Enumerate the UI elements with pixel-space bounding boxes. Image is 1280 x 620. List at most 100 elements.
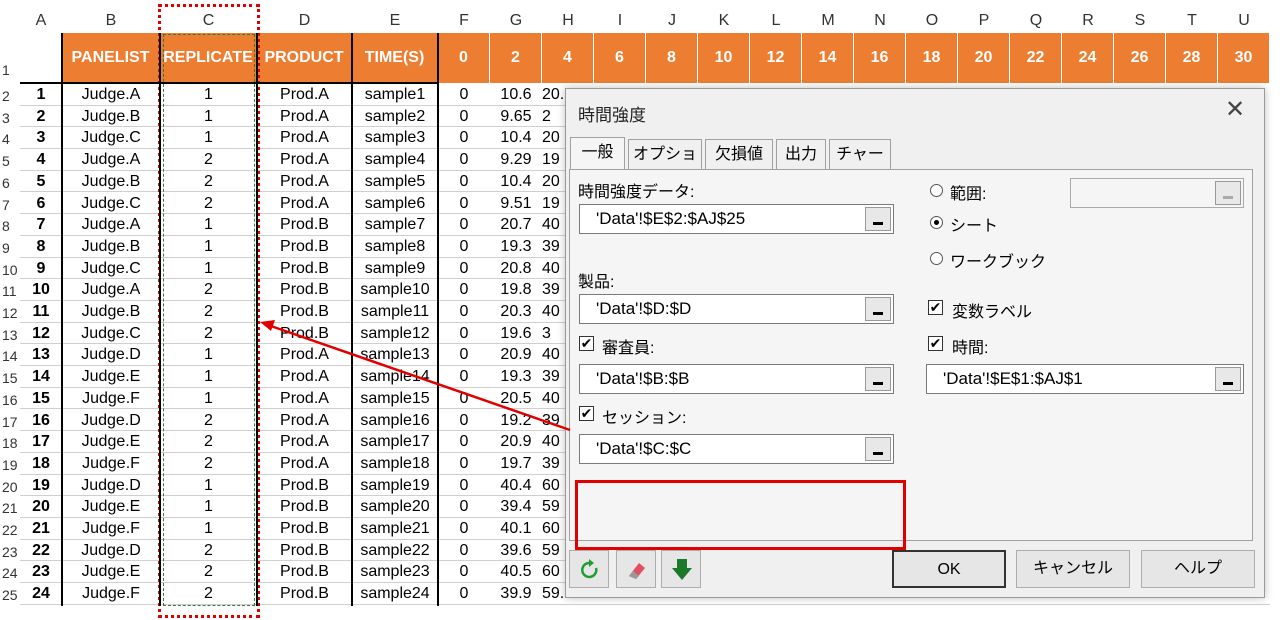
cell[interactable]: Prod.A [257, 84, 352, 106]
header-cell[interactable]: 4 [542, 33, 594, 83]
range-input[interactable] [1070, 178, 1244, 208]
header-cell[interactable]: 2 [490, 33, 542, 83]
cell[interactable]: Judge.F [62, 518, 160, 540]
cell[interactable]: Judge.E [62, 431, 160, 453]
collapse-button[interactable] [865, 207, 891, 231]
cell[interactable]: 0 [438, 540, 490, 562]
column-letter[interactable]: S [1114, 10, 1166, 32]
cell[interactable]: Judge.E [62, 496, 160, 518]
row-number[interactable]: 17 [0, 414, 18, 430]
row-number[interactable]: 21 [0, 500, 18, 516]
cell[interactable]: 20.8 [490, 258, 542, 280]
cell[interactable]: Prod.B [257, 279, 352, 301]
tab-chart[interactable]: チャート [829, 139, 891, 193]
time-range-input[interactable]: 'Data'!$E$1:$AJ$1 [926, 364, 1244, 394]
cell[interactable]: 20.9 [490, 344, 542, 367]
cell[interactable]: 21 [20, 518, 62, 540]
judge-range-input[interactable]: 'Data'!$B:$B [579, 364, 894, 394]
column-letter[interactable]: D [257, 10, 352, 32]
cell[interactable]: 16 [20, 410, 62, 432]
cell[interactable]: 15 [20, 388, 62, 410]
row-number[interactable]: 4 [0, 131, 18, 147]
help-button[interactable]: ヘルプ [1141, 550, 1255, 588]
cell[interactable]: 0 [438, 518, 490, 540]
data-range-input[interactable]: 'Data'!$E$2:$AJ$25 [579, 204, 894, 234]
cell[interactable]: Judge.E [62, 366, 160, 388]
collapse-button[interactable] [865, 297, 891, 321]
header-cell[interactable]: 20 [958, 33, 1010, 83]
cell[interactable]: Prod.A [257, 366, 352, 388]
cell[interactable]: Prod.A [257, 106, 352, 128]
cell[interactable]: 0 [438, 214, 490, 236]
column-letter[interactable]: R [1062, 10, 1114, 32]
cell[interactable]: Prod.B [257, 540, 352, 562]
cell[interactable]: 0 [438, 279, 490, 301]
cell[interactable]: 12 [20, 323, 62, 345]
cell[interactable]: 19 [20, 475, 62, 497]
tab-output[interactable]: 出力 [776, 139, 826, 169]
row-number[interactable]: 14 [0, 348, 18, 364]
range-radio[interactable] [930, 184, 943, 197]
cell[interactable]: Prod.B [257, 475, 352, 497]
cell[interactable]: Prod.B [257, 583, 352, 605]
cell[interactable]: 40.1 [490, 518, 542, 540]
sheet-radio[interactable] [930, 216, 943, 229]
cell[interactable]: 4 [20, 149, 62, 171]
judge-checkbox[interactable]: ✔ [579, 336, 594, 351]
cell[interactable]: 19.3 [490, 366, 542, 388]
cell[interactable]: 17 [20, 431, 62, 453]
cell[interactable]: Prod.A [257, 431, 352, 453]
cell[interactable]: 0 [438, 453, 490, 475]
header-cell[interactable]: 18 [906, 33, 958, 83]
column-letter[interactable]: G [490, 10, 542, 32]
column-letter[interactable]: E [352, 10, 438, 32]
cell[interactable]: 2 [20, 106, 62, 128]
cell[interactable]: sample2 [352, 106, 438, 128]
cell[interactable]: 0 [438, 301, 490, 323]
cell[interactable]: 0 [438, 366, 490, 388]
row-number[interactable]: 20 [0, 479, 18, 495]
cell[interactable]: Prod.A [257, 388, 352, 410]
row-number[interactable]: 18 [0, 435, 18, 451]
header-cell[interactable]: 28 [1166, 33, 1218, 83]
cell[interactable]: Prod.A [257, 149, 352, 171]
header-cell[interactable]: 10 [698, 33, 750, 83]
cell[interactable]: 9.29 [490, 149, 542, 171]
row-number[interactable]: 9 [0, 240, 18, 256]
collapse-button[interactable] [1215, 181, 1241, 205]
header-cell[interactable]: PANELIST [62, 33, 160, 83]
cell[interactable]: sample13 [352, 344, 438, 367]
cell[interactable]: 0 [438, 344, 490, 367]
row-number[interactable]: 23 [0, 544, 18, 560]
column-letter[interactable]: J [646, 10, 698, 32]
cell[interactable]: 0 [438, 236, 490, 258]
cell[interactable]: 14 [20, 366, 62, 388]
cell[interactable]: 7 [20, 214, 62, 236]
header-cell[interactable]: 6 [594, 33, 646, 83]
cell[interactable]: sample5 [352, 171, 438, 193]
row-number[interactable]: 5 [0, 153, 18, 169]
header-cell[interactable]: 12 [750, 33, 802, 83]
cell[interactable]: Judge.F [62, 583, 160, 605]
cell[interactable]: 0 [438, 258, 490, 280]
cell[interactable]: 39.6 [490, 540, 542, 562]
cell[interactable]: 0 [438, 475, 490, 497]
tab-general[interactable]: 一般 [570, 137, 625, 170]
cell[interactable]: 19.6 [490, 323, 542, 345]
collapse-button[interactable] [1215, 367, 1241, 391]
cell[interactable]: Judge.C [62, 323, 160, 345]
column-letter[interactable]: B [62, 10, 160, 32]
cell[interactable]: 23 [20, 561, 62, 584]
cell[interactable]: 20.7 [490, 214, 542, 236]
clear-button[interactable] [616, 550, 656, 588]
header-cell[interactable]: 22 [1010, 33, 1062, 83]
cell[interactable]: Judge.B [62, 106, 160, 128]
cell[interactable]: 0 [438, 171, 490, 193]
cell[interactable]: Judge.A [62, 279, 160, 301]
cell[interactable]: Judge.B [62, 301, 160, 323]
column-letter[interactable]: A [20, 10, 62, 32]
tab-missing[interactable]: 欠損値 [705, 139, 773, 169]
row-number[interactable]: 11 [0, 283, 18, 299]
cell[interactable]: Prod.B [257, 214, 352, 236]
cell[interactable]: 19.2 [490, 410, 542, 432]
